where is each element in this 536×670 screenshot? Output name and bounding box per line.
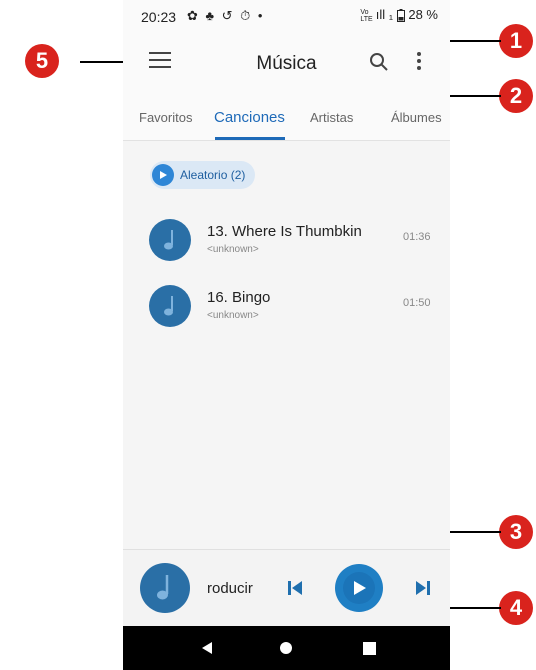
callout-2: 2 [499, 79, 533, 113]
search-icon [370, 53, 388, 71]
tab-albumes[interactable]: Álbumes [391, 110, 442, 125]
page-title: Música [256, 53, 317, 74]
song-row[interactable]: 13. Where Is Thumbkin <unknown> 01:36 [123, 219, 450, 275]
song-artist: <unknown> [207, 244, 259, 255]
callout-4: 4 [499, 591, 533, 625]
nav-recents-button[interactable] [349, 626, 389, 670]
shuffle-button[interactable]: Aleatorio (2) [150, 161, 256, 189]
callout-5: 5 [25, 44, 59, 78]
signal-icon: ıll ₁ [375, 7, 394, 22]
battery-percent: 28 % [408, 7, 438, 22]
status-time: 20:23 [141, 9, 177, 25]
more-vert-icon [417, 52, 421, 70]
battery-icon [396, 9, 405, 23]
home-circle-icon [280, 642, 292, 654]
play-small-icon [152, 164, 174, 186]
status-bar: 20:23 ✿ ♣ ↺ ⏱ • Vo LTE ıll ₁ 28 % [123, 0, 450, 30]
back-triangle-icon [202, 642, 212, 654]
tab-bar: Favoritos Canciones Artistas Álbumes [123, 94, 450, 141]
lte-icon: Vo LTE [360, 8, 373, 23]
previous-button[interactable] [285, 578, 305, 598]
song-title: 13. Where Is Thumbkin [207, 223, 362, 240]
mini-player[interactable]: roducir [123, 549, 450, 626]
shuffle-label: Aleatorio (2) [180, 168, 246, 182]
tab-favoritos[interactable]: Favoritos [139, 110, 192, 125]
tab-canciones[interactable]: Canciones [214, 109, 285, 126]
song-duration: 01:36 [403, 231, 431, 243]
now-playing-art-icon [140, 563, 190, 613]
next-button[interactable] [413, 578, 433, 598]
skip-next-icon [416, 581, 430, 595]
recents-square-icon [362, 641, 376, 655]
callout-3: 3 [499, 515, 533, 549]
now-playing-label: roducir [207, 580, 253, 597]
song-artist: <unknown> [207, 310, 259, 321]
nav-home-button[interactable] [266, 626, 306, 670]
active-tab-indicator [215, 137, 285, 140]
app-bar: Música [123, 30, 450, 94]
search-button[interactable] [367, 50, 391, 74]
more-options-button[interactable] [409, 48, 429, 74]
skip-previous-icon [288, 581, 302, 595]
song-row[interactable]: 16. Bingo <unknown> 01:50 [123, 285, 450, 341]
play-icon [343, 572, 375, 604]
play-button[interactable] [335, 564, 383, 612]
song-duration: 01:50 [403, 297, 431, 309]
album-art-icon [149, 285, 191, 327]
callout-1: 1 [499, 24, 533, 58]
album-art-icon [149, 219, 191, 261]
nav-back-button[interactable] [187, 626, 227, 670]
tab-artistas[interactable]: Artistas [310, 110, 353, 125]
system-nav-bar [123, 626, 450, 670]
phone-screen: 20:23 ✿ ♣ ↺ ⏱ • VoLTEıll ₁ 28 % Música [123, 0, 450, 670]
status-right: Vo LTE ıll ₁ 28 % [360, 7, 438, 23]
song-title: 16. Bingo [207, 289, 271, 306]
status-notification-icons: ✿ ♣ ↺ ⏱ • [187, 8, 265, 23]
